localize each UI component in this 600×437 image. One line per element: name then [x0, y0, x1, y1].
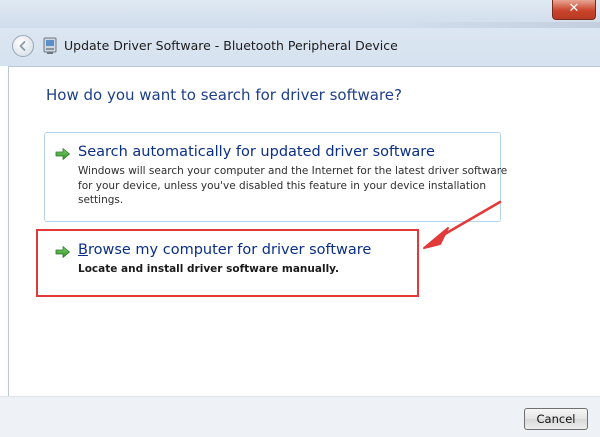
window-title: Update Driver Software - Bluetooth Perip…: [64, 38, 398, 53]
cancel-button[interactable]: Cancel: [524, 408, 588, 430]
back-arrow-icon: [19, 41, 26, 51]
annotation-arrow-icon: [423, 200, 502, 249]
back-button[interactable]: [12, 35, 34, 57]
device-manager-icon: [43, 37, 57, 54]
page-heading: How do you want to search for driver sof…: [46, 86, 402, 104]
dialog-window: ✕ Update Driver Software - Bluetooth Per…: [0, 0, 600, 437]
option-search-automatically-title[interactable]: Search automatically for updated driver …: [78, 144, 435, 160]
annotation-highlight-box: [36, 229, 419, 297]
close-button[interactable]: ✕: [552, 0, 596, 20]
dialog-footer: [0, 396, 600, 437]
green-arrow-icon: [55, 148, 70, 160]
